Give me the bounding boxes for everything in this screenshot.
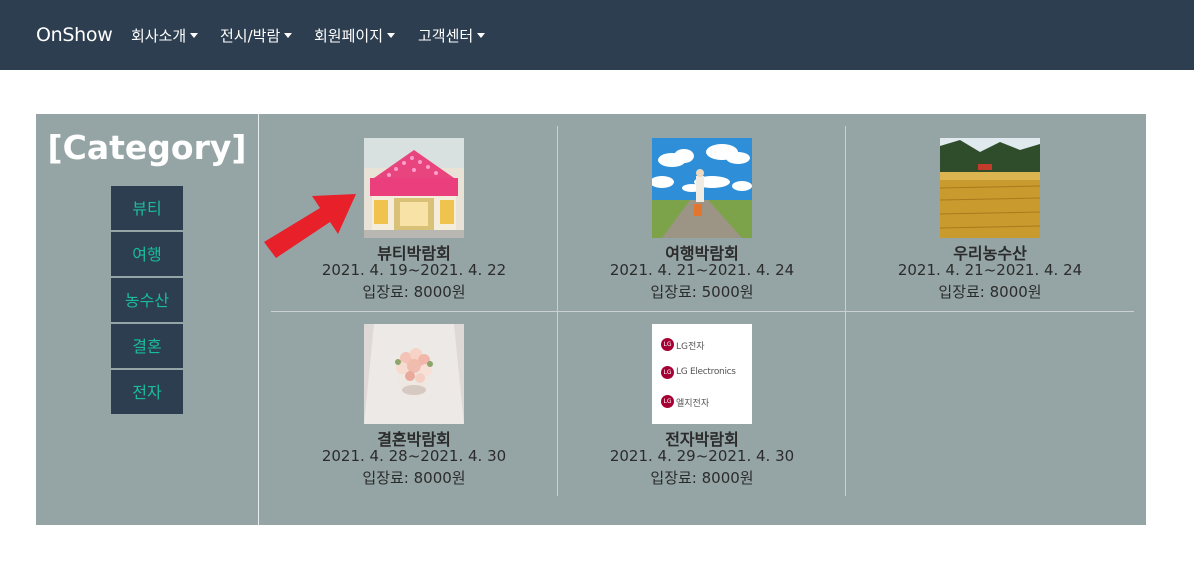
exhibition-thumbnail-electronics[interactable]: LG LG전자 LG LG Electronics LG 엘지전자 [652,324,752,424]
category-button-beauty[interactable]: 뷰티 [111,186,183,231]
exhibition-fee: 입장료: 8000원 [650,469,754,487]
exhibition-thumbnail-wedding[interactable] [364,324,464,424]
nav-menu-label: 전시/박람 [220,27,281,45]
category-button-electronics[interactable]: 전자 [111,370,183,415]
exhibition-thumbnail-beauty[interactable] [364,138,464,238]
exhibition-thumbnail-travel[interactable] [652,138,752,238]
nav-menu-support[interactable]: 고객센터 [418,25,486,46]
exhibition-fee: 입장료: 5000원 [650,283,754,301]
nav-menu-label: 회사소개 [131,27,187,45]
nav-menu-label: 회원페이지 [314,27,384,45]
nav-menu-label: 고객센터 [418,27,474,45]
lg-logo-mark: LG [661,338,674,351]
nav-menu-exhibition[interactable]: 전시/박람 [220,25,293,46]
category-heading: [Category] [47,128,247,167]
nav-menu-member[interactable]: 회원페이지 [314,25,396,46]
category-button-agriculture[interactable]: 농수산 [111,278,183,323]
exhibition-thumbnail-agriculture[interactable] [940,138,1040,238]
caret-down-icon [387,33,396,38]
lg-logo-text: 엘지전자 [676,399,710,409]
lg-logo-text: LG전자 [676,342,705,352]
exhibition-dates: 2021. 4. 28~2021. 4. 30 [321,447,507,465]
lg-logo-mark: LG [661,395,674,408]
grid-divider [271,311,1134,312]
exhibition-dates: 2021. 4. 21~2021. 4. 24 [609,261,795,279]
exhibition-fee: 입장료: 8000원 [362,283,466,301]
caret-down-icon [477,33,486,38]
lg-logo-mark: LG [661,366,674,379]
caret-down-icon [284,33,293,38]
exhibition-dates: 2021. 4. 21~2021. 4. 24 [897,261,1083,279]
nav-menu-company[interactable]: 회사소개 [131,25,199,46]
brand-logo[interactable]: OnShow [36,24,113,46]
exhibition-fee: 입장료: 8000원 [362,469,466,487]
category-button-wedding[interactable]: 결혼 [111,324,183,369]
red-arrow-icon [264,194,356,258]
top-navbar: OnShow 회사소개 전시/박람 회원페이지 고객센터 [0,0,1194,70]
sidebar-divider [258,114,259,525]
category-button-travel[interactable]: 여행 [111,232,183,277]
lg-logo-text: LG Electronics [676,367,736,377]
exhibition-dates: 2021. 4. 29~2021. 4. 30 [609,447,795,465]
caret-down-icon [190,33,199,38]
exhibition-fee: 입장료: 8000원 [938,283,1042,301]
